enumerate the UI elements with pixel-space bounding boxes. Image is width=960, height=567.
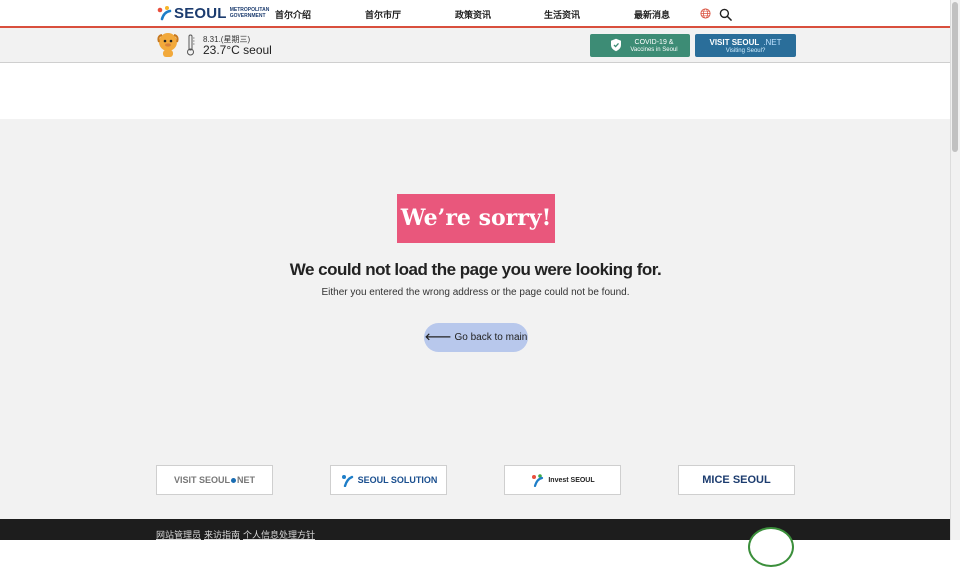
arrow-left-icon: 🡐 — [424, 332, 452, 343]
nav-policy[interactable]: 政策资讯 — [455, 8, 491, 21]
seoul-logo-icon — [157, 6, 172, 21]
logo-subtitle: METROPOLITAN GOVERNMENT — [230, 7, 270, 19]
go-back-label: Go back to main — [454, 332, 528, 343]
partner-seoul-solution[interactable]: SEOUL SOLUTION — [330, 465, 447, 495]
covid-label-line1: COVID-19 & — [634, 39, 674, 46]
visit-label-line2: Visiting Seoul? — [725, 48, 766, 54]
nav-living[interactable]: 生活资讯 — [544, 8, 580, 21]
nav-city-hall[interactable]: 首尔市厅 — [365, 8, 401, 21]
visit-label-line1: VISIT SEOUL .NET — [695, 38, 796, 47]
scrollbar-thumb[interactable] — [952, 2, 958, 152]
covid-label-line2: Vaccines in Seoul — [630, 47, 678, 53]
partner-mice-seoul[interactable]: MICE SEOUL — [678, 465, 795, 495]
logo-word: SEOUL — [174, 4, 227, 22]
covid-vaccines-button[interactable]: COVID-19 & Vaccines in Seoul — [590, 34, 690, 57]
partner-visit-seoul[interactable]: VISIT SEOUL NET — [156, 465, 273, 495]
partner-visit-net: NET — [237, 475, 255, 485]
sorry-badge: We’re sorry! — [397, 194, 555, 243]
logo-sub-line2: GOVERNMENT — [229, 13, 266, 19]
haechi-mascot-icon — [157, 33, 179, 57]
go-back-main-button[interactable]: 🡐 Go back to main — [424, 323, 528, 352]
nav-about-seoul[interactable]: 首尔介绍 — [275, 8, 311, 21]
seoul-solution-logo-icon — [341, 475, 353, 487]
partner-mice-label: MICE SEOUL — [702, 474, 771, 486]
error-description: Either you entered the wrong address or … — [321, 287, 630, 298]
partner-invest-label: Invest SEOUL — [548, 476, 595, 484]
partner-invest-seoul[interactable]: Invest SEOUL — [504, 465, 621, 495]
thermometer-icon — [187, 34, 195, 56]
seoul-logo[interactable]: SEOUL METROPOLITAN GOVERNMENT — [156, 3, 269, 23]
visit-label-net: .NET — [763, 38, 782, 47]
invest-seoul-logo-icon — [532, 474, 544, 487]
weather-bar: 8.31.(星期三) 23.7°C seoul COVID-19 & Vacci… — [0, 28, 951, 63]
weather-temperature: 23.7°C seoul — [203, 43, 272, 57]
certification-badge-icon — [748, 527, 794, 567]
error-title: We could not load the page you were look… — [289, 260, 662, 279]
visit-seoul-button[interactable]: VISIT SEOUL .NET Visiting Seoul? — [695, 34, 796, 57]
visit-label-main: VISIT SEOUL — [709, 38, 760, 47]
footer-link-visit-guide[interactable]: 来访指南 — [204, 528, 240, 541]
dot-icon — [231, 477, 236, 483]
partner-visit-label: VISIT SEOUL — [173, 475, 230, 485]
site-header: SEOUL METROPOLITAN GOVERNMENT 首尔介绍 首尔市厅 … — [0, 0, 951, 28]
footer-link-webmaster[interactable]: 网站管理员 — [156, 528, 201, 541]
shield-icon — [611, 38, 621, 52]
page-scrollbar[interactable] — [950, 0, 960, 540]
nav-news[interactable]: 最新消息 — [634, 8, 670, 21]
error-content: We’re sorry! We could not load the page … — [0, 119, 951, 519]
footer-link-privacy-policy[interactable]: 个人信息处理方针 — [243, 528, 315, 541]
site-footer: 网站管理员 来访指南 个人信息处理方针 — [0, 519, 951, 567]
globe-icon[interactable] — [700, 8, 711, 19]
partner-solution-label: SEOUL SOLUTION — [357, 475, 438, 485]
search-icon[interactable] — [719, 8, 732, 21]
